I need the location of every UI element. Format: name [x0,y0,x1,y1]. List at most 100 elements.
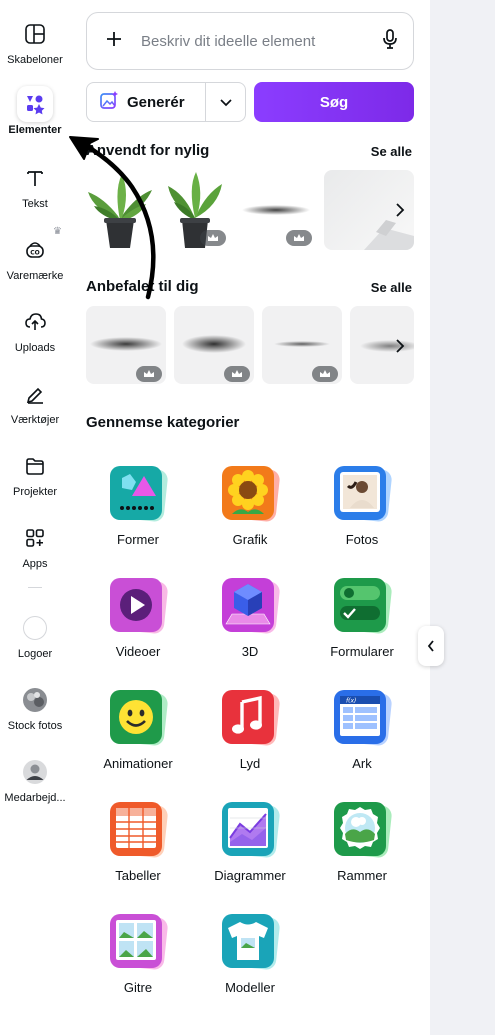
category-label: Rammer [337,868,387,883]
category-label: Ark [352,756,372,771]
category-photos[interactable]: Fotos [306,462,418,547]
search-button[interactable]: Søg [254,82,414,122]
music-note-icon [218,686,282,750]
collapse-panel-button[interactable] [418,626,444,666]
tools-icon [17,376,53,412]
text-icon [17,160,53,196]
category-label: Videoer [115,644,161,659]
premium-crown-icon [136,366,162,382]
recommended-see-all-link[interactable]: Se alle [371,280,412,295]
premium-crown-icon [286,230,312,246]
crown-icon: ♛ [53,226,62,237]
category-label: Grafik [232,532,268,547]
chevron-down-icon [219,99,232,107]
rail-item-uploads[interactable]: Uploads [0,304,70,354]
category-label: Tabeller [115,868,161,883]
rail-item-stock-photos[interactable]: Stock fotos [0,682,70,732]
category-videos[interactable]: Videoer [82,574,194,659]
category-tables[interactable]: Tabeller [82,798,194,883]
recommended-item-3[interactable] [262,306,342,384]
category-audio[interactable]: Lyd [194,686,306,771]
folder-icon [17,448,53,484]
rail-item-projects[interactable]: Projekter [0,448,70,498]
category-label: Lyd [239,756,261,771]
rail-label-text: Tekst [22,198,48,210]
category-label: Diagrammer [214,868,286,883]
rail-item-brand[interactable]: ♛ CO Varemærke [0,226,70,282]
rail-item-tools[interactable]: Værktøjer [0,376,70,426]
category-label: 3D [241,644,259,659]
category-shapes[interactable]: Former [82,462,194,547]
video-icon [106,574,170,638]
category-3d[interactable]: 3D [194,574,306,659]
generate-label: Generér [127,93,185,111]
rail-item-apps[interactable]: Apps [0,520,70,570]
category-label: Gitre [123,980,153,995]
rail-item-templates[interactable]: Skabeloner [0,16,70,66]
photo-icon [330,462,394,526]
category-label: Fotos [345,532,379,547]
category-grids[interactable]: Gitre [82,910,194,995]
rail-label-templates: Skabeloner [7,54,63,66]
recent-section-title: Anvendt for nylig [86,142,210,159]
rail-label-projects: Projekter [12,486,58,498]
recommended-scroll-right-button[interactable] [388,334,412,358]
plant-image [88,174,152,248]
brand-icon: CO [17,232,53,268]
category-label: Animationer [103,756,173,771]
generate-split-button: Generér [86,82,246,122]
sunflower-icon [218,462,282,526]
generate-button[interactable]: Generér [87,83,206,121]
rail-item-text[interactable]: Tekst [0,160,70,210]
left-rail: Skabeloner Elementer Tekst ♛ CO Varemærk… [0,0,70,1035]
templates-icon [17,16,53,52]
recent-scroll-right-button[interactable] [388,198,412,222]
apps-icon [17,520,53,556]
recent-item-shadow[interactable] [238,170,316,250]
recommended-item-1[interactable] [86,306,166,384]
svg-text:f(x): f(x) [346,698,356,705]
elements-icon [17,86,53,122]
rail-label-logos: Logoer [17,648,53,660]
rail-divider [28,587,42,588]
premium-crown-icon [312,366,338,382]
spreadsheet-icon: f(x) [330,686,394,750]
category-label: Formularer [330,644,394,659]
recent-item-plant-2[interactable] [160,170,230,250]
category-animations[interactable]: Animationer [82,686,194,771]
rail-item-logos[interactable]: Logoer [0,610,70,660]
shapes-icon [106,462,170,526]
category-mockups[interactable]: Modeller [194,910,306,995]
category-forms[interactable]: Formularer [306,574,418,659]
rail-label-elements: Elementer [8,124,62,136]
rail-item-colleagues[interactable]: Medarbejd... [0,754,70,804]
recommended-item-2[interactable] [174,306,254,384]
search-input[interactable] [141,32,381,50]
category-sheets[interactable]: f(x) Ark [306,686,418,771]
search-bar [86,12,414,70]
stock-photo-icon [17,682,53,718]
recent-item-plant-1[interactable] [84,170,156,250]
rail-label-colleagues: Medarbejd... [4,792,66,804]
rail-label-stock-photos: Stock fotos [7,720,63,732]
browse-section-title: Gennemse kategorier [86,414,240,431]
category-frames[interactable]: Rammer [306,798,418,883]
canvas-area [430,0,495,1035]
microphone-icon[interactable] [381,28,399,55]
table-icon [106,798,170,862]
chart-icon [218,798,282,862]
svg-text:CO: CO [30,250,40,257]
generate-options-button[interactable] [206,95,245,109]
tshirt-icon [218,910,282,974]
recommended-section-title: Anbefalet til dig [86,278,199,295]
rail-label-apps: Apps [22,558,48,570]
frame-icon [330,798,394,862]
smiley-icon [106,686,170,750]
cube-3d-icon [218,574,282,638]
avatar-icon [17,754,53,790]
category-graphics[interactable]: Grafik [194,462,306,547]
recent-see-all-link[interactable]: Se alle [371,144,412,159]
plus-icon[interactable] [105,29,129,53]
rail-item-elements[interactable]: Elementer [0,86,70,136]
category-charts[interactable]: Diagrammer [194,798,306,883]
